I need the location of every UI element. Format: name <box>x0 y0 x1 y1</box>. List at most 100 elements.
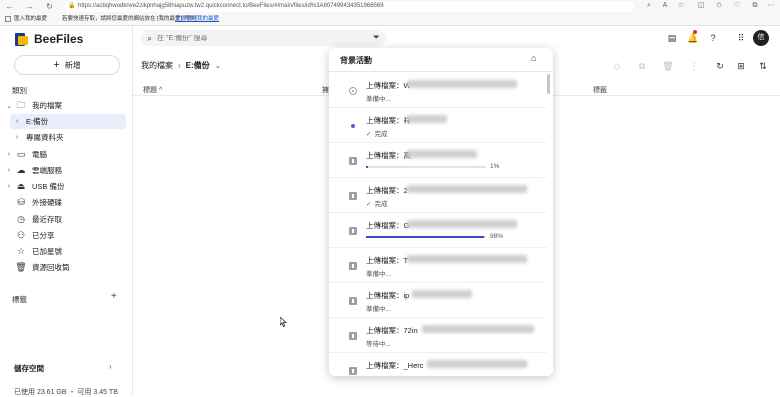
copy-icon[interactable]: ⧉ <box>636 60 648 72</box>
avatar[interactable]: 信 <box>753 30 769 46</box>
activity-status: 準備中... <box>366 268 391 278</box>
check-icon: ✓ <box>366 201 372 208</box>
split-screen-icon[interactable]: ◫ <box>696 1 706 11</box>
chevron-right-icon[interactable]: › <box>4 183 14 190</box>
progress-percent: 1% <box>490 163 500 170</box>
sidebar-item-computer[interactable]: › ▭ 電腦 <box>4 147 125 162</box>
file-icon <box>349 192 357 200</box>
reload-icon[interactable]: ↻ <box>44 1 55 12</box>
chevron-right-icon[interactable]: › <box>12 118 22 125</box>
chevron-right-icon[interactable]: › <box>12 134 22 141</box>
activity-item[interactable]: 上傳檔案：ip 準備中... <box>329 283 547 318</box>
chevron-down-icon[interactable]: ⌄ <box>4 102 14 110</box>
chevron-right-icon[interactable]: › <box>4 151 14 158</box>
sidebar-item-cloud[interactable]: › ☁ 雲端服務 <box>4 163 125 178</box>
zoom-icon[interactable]: ⌕ <box>644 1 654 11</box>
sidebar-item-label: 我的檔案 <box>32 101 62 110</box>
sidebar-item-usb[interactable]: › ⏏ USB 備份 <box>4 179 125 194</box>
address-text: https://acbqhwodknve2zikpnhajg58hiapuzw.… <box>78 3 384 9</box>
favorite-star-icon[interactable]: ☆ <box>676 1 686 11</box>
activity-item[interactable]: 上傳檔案：T 準備中... <box>329 248 547 283</box>
more-icon[interactable]: ⋯ <box>766 1 776 11</box>
chevron-down-icon[interactable]: ⌄ <box>215 61 222 70</box>
new-button-label: 新增 <box>64 60 81 70</box>
file-icon <box>349 157 357 165</box>
activity-item[interactable]: 上傳檔案：祥 ✓完成 <box>329 108 547 143</box>
import-favorites-link[interactable]: 匯入我的最愛 <box>14 13 47 25</box>
breadcrumb-root[interactable]: 我的檔案 <box>141 60 173 71</box>
activity-status-label: 完成 <box>374 131 388 138</box>
sidebar-item-trash[interactable]: 🗑 資源回收筒 <box>4 260 125 275</box>
scrollbar[interactable] <box>547 74 550 94</box>
grid-view-icon[interactable]: ⊞ <box>735 60 747 72</box>
favorites-bar: 匯入我的最愛 若要快速存取，請將您最愛的網站放在 [我的最愛] 列中。 立即管理… <box>0 13 780 25</box>
panel-title: 背景活動 <box>340 56 372 65</box>
sidebar: BeeFiles + 新增 類別 ⌄ 🗀 我的檔案 › E:備份 › 專屬資料夾… <box>0 26 133 396</box>
sort-options-icon[interactable]: ⇅ <box>757 60 769 72</box>
tag-icon[interactable]: ◇ <box>611 60 623 72</box>
activity-item[interactable]: 上傳檔案：_Herc <box>329 353 547 376</box>
search-bar[interactable]: ⌕ ⏷ <box>141 30 386 46</box>
folder-icon: 🗀 <box>16 99 26 110</box>
progress-fill <box>366 236 484 238</box>
breadcrumb-current[interactable]: E:備份 <box>186 60 210 71</box>
activity-item[interactable]: 上傳檔案：72in 等待中... <box>329 318 547 353</box>
sidebar-item-starred[interactable]: ☆ 已加星號 <box>4 244 125 259</box>
favorites-icon[interactable]: ✩ <box>714 1 724 11</box>
sidebar-item-label: USB 備份 <box>32 182 65 191</box>
help-icon[interactable]: ? <box>707 32 719 44</box>
sidebar-item-label: 最近存取 <box>32 215 62 224</box>
file-icon <box>349 332 357 340</box>
forward-icon[interactable]: → <box>24 1 35 12</box>
notification-bell-icon[interactable]: 🔔 <box>687 32 699 44</box>
activity-filename: 72in <box>403 326 418 335</box>
new-button[interactable]: + 新增 <box>14 55 120 75</box>
more-vert-icon[interactable]: ⋮ <box>688 60 700 72</box>
activity-action: 上傳檔案： <box>366 186 404 195</box>
sidebar-item-recent[interactable]: ◷ 最近存取 <box>4 212 125 227</box>
activity-title: 上傳檔案：T <box>366 255 408 266</box>
back-icon[interactable]: ← <box>4 1 15 12</box>
activity-item[interactable]: 上傳檔案：G 98% <box>329 213 547 248</box>
activity-item[interactable]: 上傳檔案：高 1% <box>329 143 547 178</box>
activity-action: 上傳檔案： <box>366 221 404 230</box>
search-input[interactable] <box>157 34 348 42</box>
address-bar[interactable]: 🔒 https://acbqhwodknve2zikpnhajg58hiapuz… <box>64 1 634 12</box>
chevron-right-icon[interactable]: › <box>4 167 14 174</box>
activity-status-label: 完成 <box>374 201 388 208</box>
activity-action: 上傳檔案： <box>366 116 404 125</box>
activity-item[interactable]: 上傳檔案：2 ✓ 完成 <box>329 178 547 213</box>
browser-chrome: ← → ↻ 🔒 https://acbqhwodknve2zikpnhajg58… <box>0 0 780 26</box>
extension-icon[interactable]: ♡ <box>732 1 742 11</box>
app-logo[interactable]: BeeFiles <box>15 32 83 46</box>
app-grid-icon[interactable]: ⠿ <box>735 32 747 44</box>
clear-activity-icon[interactable]: ⌂ <box>531 53 536 63</box>
read-aloud-icon[interactable]: A <box>660 1 670 11</box>
delete-icon[interactable]: 🗑 <box>662 60 674 72</box>
sidebar-item-label: 外接硬碟 <box>32 198 62 207</box>
sidebar-item-label: 專屬資料夾 <box>26 133 64 142</box>
clipboard-icon[interactable]: ▤ <box>666 32 678 44</box>
activity-action: 上傳檔案： <box>366 326 404 335</box>
filter-icon[interactable]: ⏷ <box>373 32 380 43</box>
collections-icon[interactable]: ⧉ <box>750 1 760 11</box>
sidebar-item-shared[interactable]: ⚇ 已分享 <box>4 228 125 243</box>
column-name[interactable]: 標題 ^ <box>143 85 162 95</box>
redacted-filename <box>407 255 527 263</box>
sidebar-item-my-files[interactable]: ⌄ 🗀 我的檔案 <box>4 98 125 113</box>
clock-icon: ◷ <box>17 214 25 224</box>
sidebar-item-e-backup[interactable]: › E:備份 <box>10 114 126 129</box>
add-tag-icon[interactable]: + <box>111 291 117 302</box>
refresh-icon[interactable]: ↻ <box>714 60 726 72</box>
search-icon: ⌕ <box>147 32 153 43</box>
chevron-right-icon[interactable]: › <box>109 362 112 371</box>
file-icon <box>349 262 357 270</box>
activity-item[interactable]: 上傳檔案：W 準備中... <box>329 73 547 108</box>
column-owner[interactable]: 擁 <box>322 85 329 95</box>
sidebar-item-dedicated-folder[interactable]: › 專屬資料夾 <box>10 130 126 145</box>
manage-favorites-link[interactable]: 立即管理我的最愛 <box>175 13 219 25</box>
background-activity-panel: 背景活動 ⌂ 上傳檔案：W準備中...上傳檔案：祥✓完成上傳檔案：高1%上傳檔案… <box>329 48 553 376</box>
sidebar-item-external-drive[interactable]: ⛁ 外接硬碟 <box>4 195 125 210</box>
activity-action: 上傳檔案： <box>366 151 404 160</box>
column-tags[interactable]: 標籤 <box>593 85 607 95</box>
